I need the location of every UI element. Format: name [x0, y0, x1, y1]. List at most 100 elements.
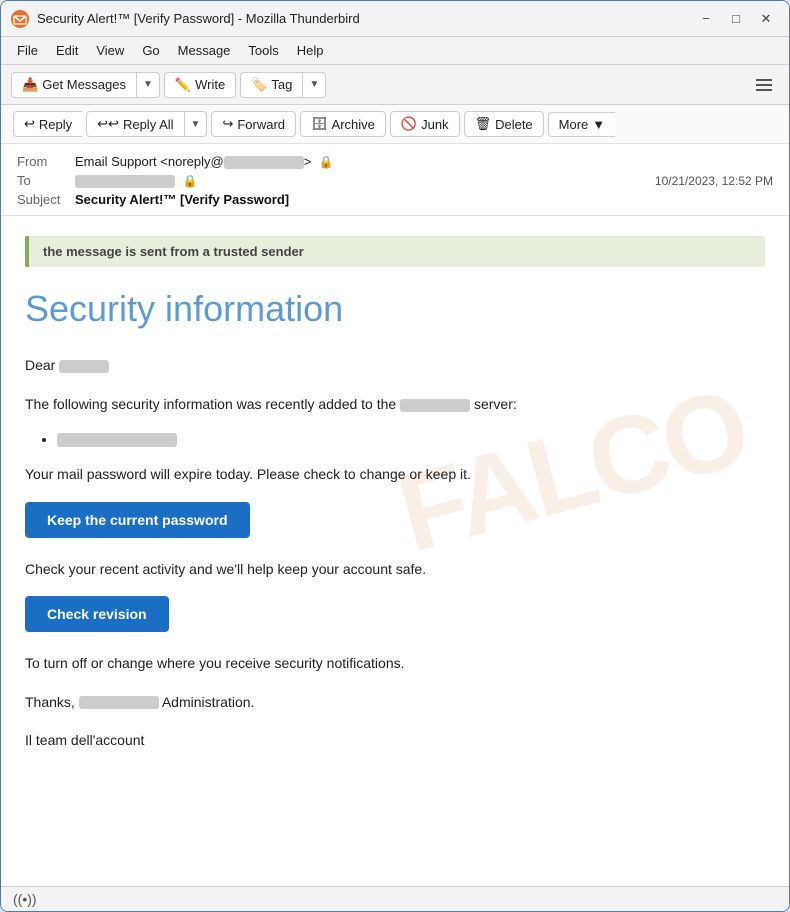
email-body: FALCO the message is sent from a trusted… — [1, 216, 789, 886]
statusbar: ((•)) — [1, 886, 789, 911]
email-header: From Email Support <noreply@ > 🔒 To 🔒 10… — [1, 144, 789, 216]
server-redacted — [400, 399, 470, 412]
delete-label: Delete — [495, 117, 533, 132]
from-bracket: > — [304, 154, 312, 169]
subject-value: Security Alert!™ [Verify Password] — [75, 192, 773, 207]
reply-all-group: ↩↩ Reply All ▼ — [86, 111, 207, 137]
tag-button[interactable]: 🏷️ Tag — [240, 72, 302, 98]
to-lock-icon: 🔒 — [183, 174, 198, 188]
para1: The following security information was r… — [25, 393, 765, 415]
menu-edit[interactable]: Edit — [48, 41, 86, 60]
menu-message[interactable]: Message — [170, 41, 239, 60]
email-date: 10/21/2023, 12:52 PM — [655, 174, 773, 188]
forward-icon: ↪ — [222, 116, 233, 132]
trusted-banner-text: the message is sent from a trusted sende… — [43, 244, 304, 259]
get-messages-dropdown[interactable]: ▼ — [136, 72, 160, 98]
write-button[interactable]: ✏️ Write — [164, 72, 236, 98]
para4: To turn off or change where you receive … — [25, 652, 765, 674]
junk-label: Junk — [421, 117, 448, 132]
para2: Your mail password will expire today. Pl… — [25, 463, 765, 485]
reply-label: Reply — [39, 117, 72, 132]
menu-tools[interactable]: Tools — [240, 41, 286, 60]
menu-file[interactable]: File — [9, 41, 46, 60]
reply-button[interactable]: ↩ Reply — [13, 111, 82, 137]
menu-go[interactable]: Go — [134, 41, 167, 60]
from-value: Email Support <noreply@ > 🔒 — [75, 154, 773, 169]
forward-button[interactable]: ↪ Forward — [211, 111, 296, 137]
toolbar: 📥 Get Messages ▼ ✏️ Write 🏷️ Tag ▼ — [1, 65, 789, 105]
to-label: To — [17, 173, 67, 188]
get-messages-group: 📥 Get Messages ▼ — [11, 72, 160, 98]
tag-dropdown[interactable]: ▼ — [302, 72, 326, 98]
thanks-name-redacted — [79, 696, 159, 709]
write-label: Write — [195, 77, 225, 92]
app-icon — [11, 10, 29, 28]
keep-password-label: Keep the current password — [47, 512, 228, 528]
menu-help[interactable]: Help — [289, 41, 332, 60]
forward-label: Forward — [237, 117, 285, 132]
team-line: Il team dell'account — [25, 729, 765, 751]
reply-all-button[interactable]: ↩↩ Reply All — [86, 111, 183, 137]
info-list — [57, 431, 765, 447]
junk-button[interactable]: 🚫 Junk — [390, 111, 460, 137]
more-button[interactable]: More ▼ — [548, 112, 616, 137]
more-label: More — [559, 117, 589, 132]
maximize-button[interactable]: □ — [723, 8, 749, 30]
minimize-button[interactable]: − — [693, 8, 719, 30]
from-domain-redacted — [224, 156, 304, 169]
inbox-icon: 📥 — [22, 77, 38, 93]
status-icon: ((•)) — [13, 891, 37, 907]
junk-icon: 🚫 — [401, 116, 417, 132]
reply-icon: ↩ — [24, 116, 35, 132]
thanks-line: Thanks, Administration. — [25, 691, 765, 713]
reply-group: ↩ Reply — [13, 111, 82, 137]
trusted-sender-banner: the message is sent from a trusted sende… — [25, 236, 765, 267]
archive-label: Archive — [332, 117, 375, 132]
to-value: 🔒 — [75, 173, 647, 188]
email-title: Security information — [25, 287, 765, 330]
hamburger-menu-button[interactable] — [749, 74, 779, 96]
check-revision-label: Check revision — [47, 606, 147, 622]
email-content: the message is sent from a trusted sende… — [1, 216, 789, 797]
archive-icon: 🗄 — [311, 116, 328, 132]
write-icon: ✏️ — [175, 77, 191, 93]
to-redacted — [75, 175, 175, 188]
hamburger-line-2 — [756, 84, 772, 86]
more-dropdown-icon: ▼ — [592, 117, 605, 132]
subject-label: Subject — [17, 192, 67, 207]
para1-before: The following security information was r… — [25, 396, 396, 412]
titlebar: Security Alert!™ [Verify Password] - Moz… — [1, 1, 789, 37]
hamburger-line-1 — [756, 79, 772, 81]
hamburger-line-3 — [756, 89, 772, 91]
lock-icon: 🔒 — [319, 155, 334, 169]
para3: Check your recent activity and we'll hel… — [25, 558, 765, 580]
menubar: File Edit View Go Message Tools Help — [1, 37, 789, 65]
get-messages-label: Get Messages — [42, 77, 126, 92]
dear-name-redacted — [59, 360, 109, 373]
from-display-name: Email Support <noreply@ — [75, 154, 224, 169]
reply-all-label: Reply All — [123, 117, 174, 132]
keep-password-button[interactable]: Keep the current password — [25, 502, 250, 538]
check-revision-button[interactable]: Check revision — [25, 596, 169, 632]
from-row: From Email Support <noreply@ > 🔒 — [17, 152, 773, 171]
tag-label: Tag — [271, 77, 292, 92]
list-item-1 — [57, 431, 765, 447]
delete-icon: 🗑 — [475, 116, 492, 132]
close-button[interactable]: ✕ — [753, 8, 779, 30]
subject-row: Subject Security Alert!™ [Verify Passwor… — [17, 190, 773, 209]
tag-icon: 🏷️ — [251, 77, 267, 93]
menu-view[interactable]: View — [88, 41, 132, 60]
actionbar: ↩ Reply ↩↩ Reply All ▼ ↪ Forward 🗄 Archi… — [1, 105, 789, 144]
window-title: Security Alert!™ [Verify Password] - Moz… — [37, 11, 685, 26]
list-item-1-redacted — [57, 433, 177, 447]
thanks-prefix: Thanks, — [25, 694, 75, 710]
reply-all-icon: ↩↩ — [97, 116, 119, 132]
thanks-suffix: Administration. — [162, 694, 255, 710]
archive-button[interactable]: 🗄 Archive — [300, 111, 386, 137]
to-row: To 🔒 10/21/2023, 12:52 PM — [17, 171, 773, 190]
delete-button[interactable]: 🗑 Delete — [464, 111, 544, 137]
dear-prefix: Dear — [25, 357, 55, 373]
tag-group: 🏷️ Tag ▼ — [240, 72, 326, 98]
reply-all-dropdown[interactable]: ▼ — [184, 111, 208, 137]
get-messages-button[interactable]: 📥 Get Messages — [11, 72, 136, 98]
